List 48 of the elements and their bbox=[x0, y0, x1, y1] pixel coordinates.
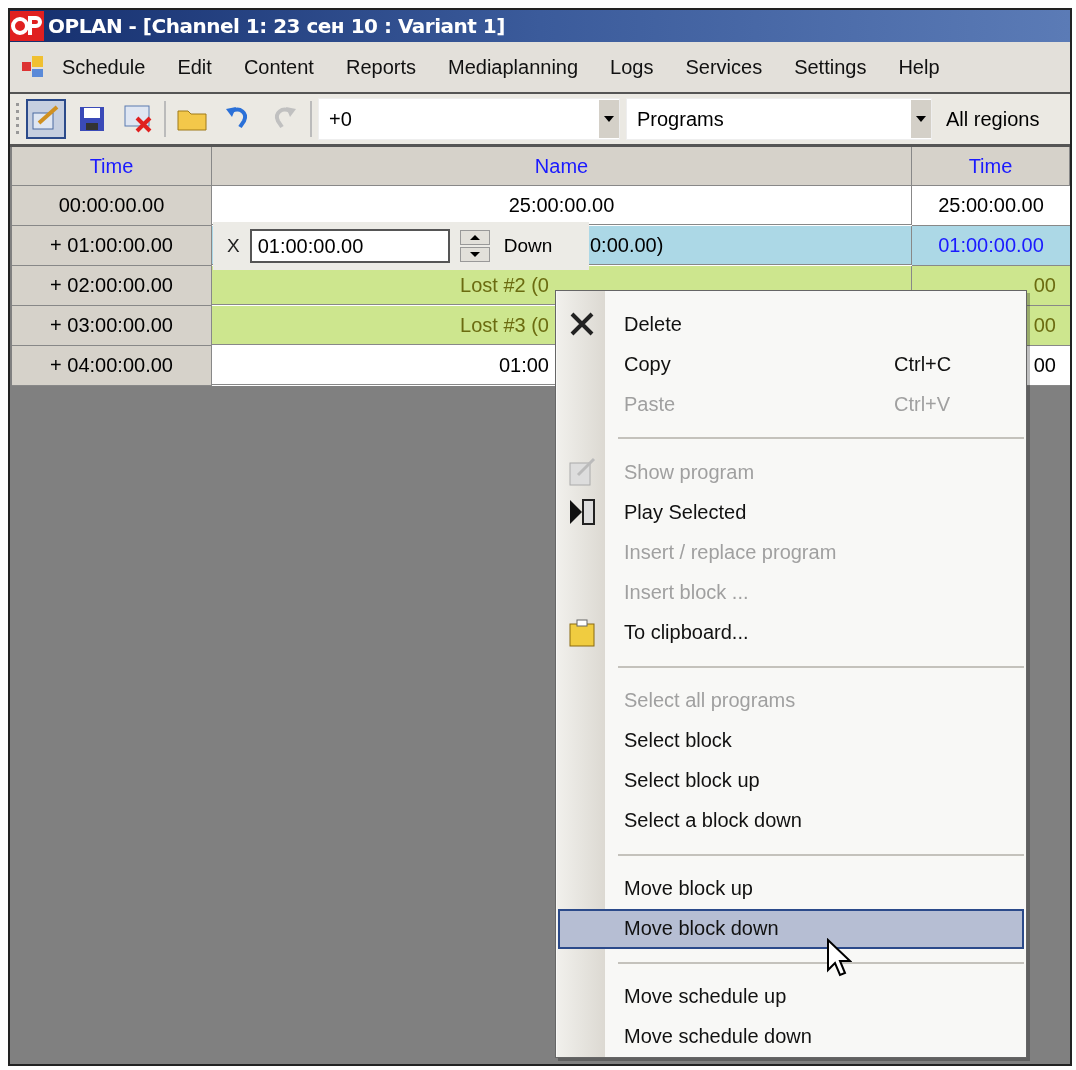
type-combo[interactable]: Programs bbox=[626, 98, 932, 140]
menu-item[interactable]: Logs bbox=[594, 55, 670, 79]
menu-item[interactable]: Settings bbox=[778, 55, 883, 79]
caret-icon bbox=[916, 116, 926, 122]
menu-item[interactable]: Mediaplanning bbox=[431, 55, 595, 79]
column-header[interactable]: Name bbox=[212, 147, 912, 186]
mouse-pointer-icon bbox=[826, 938, 852, 978]
window-title: OPLAN - [Channel 1: 23 сен 10 : Variant 1] bbox=[48, 14, 505, 38]
app-logo-icon bbox=[10, 11, 44, 41]
regions-button[interactable]: All regions bbox=[938, 107, 1048, 131]
time-input-field[interactable]: 01:00:00.00 bbox=[249, 229, 450, 263]
menu-item[interactable]: Select block up bbox=[558, 760, 1024, 801]
menu-item[interactable]: Move schedule down bbox=[558, 1016, 1024, 1057]
table-cell: 00:00:00.00 bbox=[12, 186, 212, 226]
table-cell: 01:00:00.00 bbox=[912, 226, 1070, 266]
table-cell: + 04:00:00.00 bbox=[12, 346, 212, 386]
dropdown-button[interactable] bbox=[911, 100, 931, 138]
menu-item[interactable]: Move schedule up bbox=[558, 976, 1024, 1017]
menu-item[interactable]: Select a block down bbox=[558, 800, 1024, 841]
offset-combo[interactable]: +0 bbox=[318, 98, 620, 140]
menu-item[interactable]: Move block up bbox=[558, 868, 1024, 909]
menu-item[interactable]: Help bbox=[882, 55, 956, 79]
close-icon bbox=[569, 311, 595, 338]
menu-item[interactable]: Select block bbox=[558, 720, 1024, 761]
menu-item[interactable]: To clipboard... bbox=[558, 612, 1024, 653]
column-header[interactable]: Time bbox=[912, 147, 1070, 186]
menu-item[interactable]: Reports bbox=[329, 55, 432, 79]
editor-label: X bbox=[227, 235, 240, 257]
play-icon bbox=[568, 497, 596, 528]
dropdown-button[interactable] bbox=[599, 100, 619, 138]
table-cell: 25:00:00.00 bbox=[212, 186, 912, 225]
menu-item[interactable]: Edit bbox=[161, 55, 228, 79]
table-cell: + 02:00:00.00 bbox=[12, 266, 212, 306]
spin-buttons[interactable] bbox=[459, 230, 490, 262]
menu-item[interactable]: Services bbox=[669, 55, 779, 79]
app-menu-icon[interactable] bbox=[20, 54, 46, 80]
menu-item[interactable]: Content bbox=[227, 55, 330, 79]
table-cell: + 03:00:00.00 bbox=[12, 306, 212, 346]
edit-document-icon bbox=[568, 457, 596, 488]
menu-item[interactable]: Play Selected bbox=[558, 492, 1024, 533]
menu-item[interactable]: Schedule bbox=[46, 55, 162, 79]
edit-button[interactable] bbox=[26, 99, 66, 139]
caret-icon bbox=[604, 116, 614, 122]
column-header[interactable]: Time bbox=[12, 147, 212, 186]
table-cell: + 01:00:00.00 bbox=[12, 226, 212, 266]
menu-item[interactable]: Move block down bbox=[558, 908, 1024, 949]
clipboard-icon bbox=[568, 617, 596, 648]
grip-icon bbox=[16, 103, 20, 135]
